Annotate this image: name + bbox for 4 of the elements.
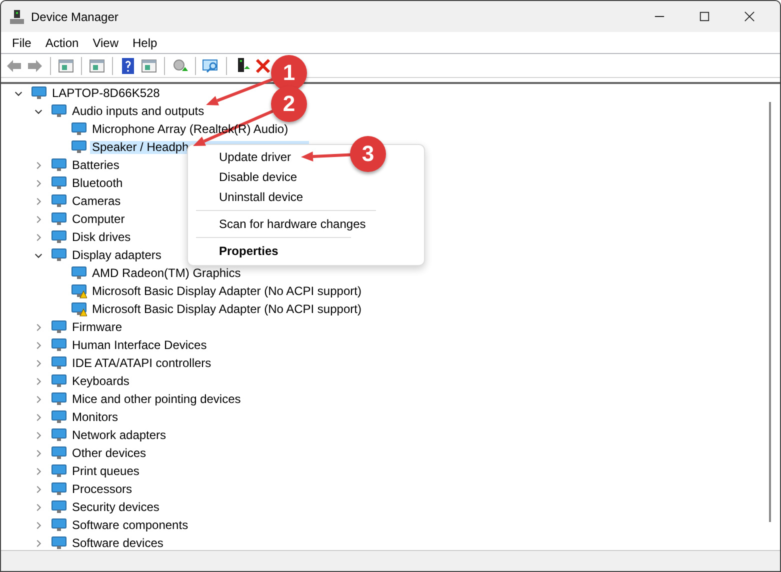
callout-badge: 2: [271, 86, 307, 122]
callout-badge: 3: [350, 136, 386, 172]
window-title: Device Manager: [31, 10, 118, 24]
callout-badge: 1: [271, 55, 307, 91]
